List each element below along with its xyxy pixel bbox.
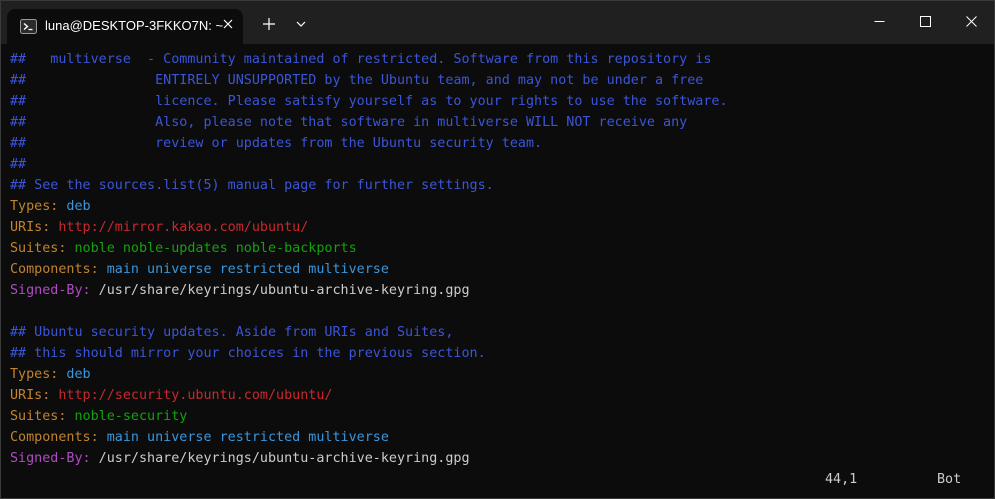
terminal-text-segment: Signed-By: bbox=[10, 451, 91, 466]
terminal-line: Suites: noble-security bbox=[10, 406, 728, 427]
close-tab-icon[interactable] bbox=[221, 17, 235, 31]
cursor-position: 44,1 bbox=[825, 472, 858, 487]
maximize-icon bbox=[920, 16, 931, 27]
terminal-line: Suites: noble noble-updates noble-backpo… bbox=[10, 238, 728, 259]
title-bar[interactable]: luna@DESKTOP-3FKKO7N: ~ bbox=[1, 1, 994, 44]
terminal-text-segment: ## multiverse - Community maintained of … bbox=[10, 52, 712, 67]
terminal-line: URIs: http://security.ubuntu.com/ubuntu/ bbox=[10, 385, 728, 406]
terminal-line: ## this should mirror your choices in th… bbox=[10, 343, 728, 364]
terminal-text-segment: Signed-By: bbox=[10, 283, 91, 298]
terminal-text-segment: Suites: bbox=[10, 241, 67, 256]
terminal-text-segment: ## Also, please note that software in mu… bbox=[10, 115, 688, 130]
terminal-text-segment: deb bbox=[58, 367, 91, 382]
terminal-line: ## review or updates from the Ubuntu sec… bbox=[10, 133, 728, 154]
terminal-text-segment: deb bbox=[58, 199, 91, 214]
terminal-line: Types: deb bbox=[10, 364, 728, 385]
terminal-text-segment: http://mirror.kakao.com/ubuntu/ bbox=[50, 220, 309, 235]
minimize-icon bbox=[874, 21, 885, 22]
terminal-line: URIs: http://mirror.kakao.com/ubuntu/ bbox=[10, 217, 728, 238]
terminal-text-segment: ## Ubuntu security updates. Aside from U… bbox=[10, 325, 454, 340]
terminal-line: Components: main universe restricted mul… bbox=[10, 259, 728, 280]
terminal-text-segment: ## bbox=[10, 157, 27, 172]
terminal-text-segment: URIs: bbox=[10, 388, 51, 403]
terminal-text-segment: ## this should mirror your choices in th… bbox=[10, 346, 486, 361]
plus-icon[interactable] bbox=[260, 15, 278, 33]
terminal-line: Signed-By: /usr/share/keyrings/ubuntu-ar… bbox=[10, 280, 728, 301]
terminal-line: Signed-By: /usr/share/keyrings/ubuntu-ar… bbox=[10, 448, 728, 469]
close-window-button[interactable] bbox=[948, 1, 994, 44]
chevron-down-icon[interactable] bbox=[292, 17, 310, 31]
terminal-text-segment: main universe restricted multiverse bbox=[98, 262, 389, 277]
terminal-text-segment: ## review or updates from the Ubuntu sec… bbox=[10, 136, 543, 151]
terminal-line: ## multiverse - Community maintained of … bbox=[10, 49, 728, 70]
terminal-text-segment: /usr/share/keyrings/ubuntu-archive-keyri… bbox=[90, 451, 470, 466]
maximize-button[interactable] bbox=[902, 1, 948, 44]
terminal-line: ## ENTIRELY UNSUPPORTED by the Ubuntu te… bbox=[10, 70, 728, 91]
terminal-line: ## Ubuntu security updates. Aside from U… bbox=[10, 322, 728, 343]
terminal-line: ## licence. Please satisfy yourself as t… bbox=[10, 91, 728, 112]
terminal-text-segment: Types: bbox=[10, 199, 59, 214]
terminal-icon bbox=[20, 19, 37, 34]
terminal-text-segment: ## See the sources.list(5) manual page f… bbox=[10, 178, 494, 193]
tab-title: luna@DESKTOP-3FKKO7N: ~ bbox=[45, 18, 224, 33]
terminal-line: ## bbox=[10, 154, 728, 175]
terminal-text-segment: Suites: bbox=[10, 409, 67, 424]
terminal-line: Types: deb bbox=[10, 196, 728, 217]
terminal-window: luna@DESKTOP-3FKKO7N: ~ ## multiverse - … bbox=[0, 0, 995, 499]
scroll-position: Bot bbox=[937, 472, 962, 487]
terminal-line: ## Also, please note that software in mu… bbox=[10, 112, 728, 133]
terminal-line: Components: main universe restricted mul… bbox=[10, 427, 728, 448]
terminal-text-segment: ## licence. Please satisfy yourself as t… bbox=[10, 94, 728, 109]
terminal-text-segment: Components: bbox=[10, 430, 99, 445]
terminal-text-segment: ## ENTIRELY UNSUPPORTED by the Ubuntu te… bbox=[10, 73, 704, 88]
terminal-text-segment: main universe restricted multiverse bbox=[98, 430, 389, 445]
terminal-text-segment: URIs: bbox=[10, 220, 51, 235]
terminal-text-segment: noble-security bbox=[66, 409, 188, 424]
close-icon bbox=[966, 16, 977, 27]
terminal-text-segment: /usr/share/keyrings/ubuntu-archive-keyri… bbox=[90, 283, 470, 298]
terminal-text-segment: Components: bbox=[10, 262, 99, 277]
terminal-text-area[interactable]: ## multiverse - Community maintained of … bbox=[10, 49, 728, 469]
terminal-line: ## See the sources.list(5) manual page f… bbox=[10, 175, 728, 196]
terminal-text-segment: Types: bbox=[10, 367, 59, 382]
terminal-text-segment: noble noble-updates noble-backports bbox=[66, 241, 357, 256]
minimize-button[interactable] bbox=[856, 1, 902, 44]
terminal-tab[interactable]: luna@DESKTOP-3FKKO7N: ~ bbox=[7, 9, 243, 44]
terminal-text-segment: http://security.ubuntu.com/ubuntu/ bbox=[50, 388, 333, 403]
